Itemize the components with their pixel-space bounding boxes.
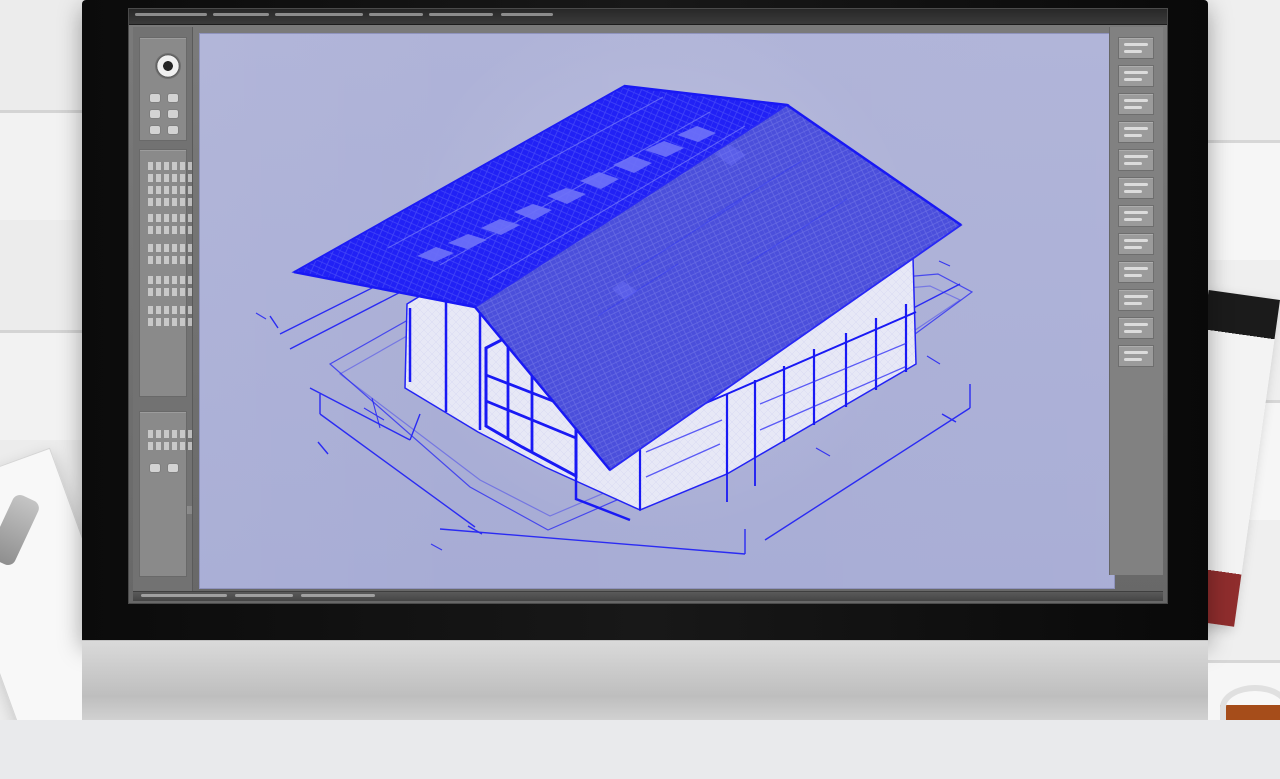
right-properties-panel xyxy=(1109,27,1163,575)
monitor-stand xyxy=(82,640,1208,720)
top-toolbar xyxy=(129,9,1167,25)
property-item[interactable] xyxy=(1118,205,1154,227)
3d-viewport[interactable] xyxy=(199,33,1115,589)
left-tool-panel xyxy=(133,27,193,599)
toolbar-item[interactable] xyxy=(213,13,269,16)
property-item[interactable] xyxy=(1118,93,1154,115)
tool-icon[interactable] xyxy=(168,94,178,102)
property-item[interactable] xyxy=(1118,149,1154,171)
property-item[interactable] xyxy=(1118,317,1154,339)
tool-row[interactable] xyxy=(148,276,192,284)
tool-row[interactable] xyxy=(148,430,192,438)
tool-icon[interactable] xyxy=(168,110,178,118)
property-item[interactable] xyxy=(1118,233,1154,255)
tool-row[interactable] xyxy=(148,256,192,264)
property-item[interactable] xyxy=(1118,65,1154,87)
toolbar-item[interactable] xyxy=(501,13,553,16)
toolbar-item[interactable] xyxy=(429,13,493,16)
tool-row[interactable] xyxy=(148,244,192,252)
orbit-icon[interactable] xyxy=(156,54,180,78)
roof xyxy=(294,86,961,470)
cad-window xyxy=(128,8,1168,604)
property-item[interactable] xyxy=(1118,121,1154,143)
tool-icon-name: tool-icon xyxy=(4,741,40,779)
tool-icon[interactable] xyxy=(150,464,160,472)
tool-row[interactable] xyxy=(148,186,192,194)
tool-row[interactable] xyxy=(148,442,192,450)
layers-panel xyxy=(139,149,187,397)
properties-panel xyxy=(139,411,187,577)
tool-icon[interactable] xyxy=(168,464,178,472)
tool-icon[interactable] xyxy=(150,110,160,118)
property-item[interactable] xyxy=(1118,345,1154,367)
tool-row[interactable] xyxy=(148,306,192,314)
tool-row[interactable] xyxy=(148,288,192,296)
navigation-panel xyxy=(139,37,187,141)
monitor xyxy=(82,0,1208,720)
tool-row[interactable] xyxy=(148,226,192,234)
status-text xyxy=(235,594,293,597)
property-item[interactable] xyxy=(1118,289,1154,311)
tool-row[interactable] xyxy=(148,162,192,170)
status-bar xyxy=(133,591,1163,601)
property-item[interactable] xyxy=(1118,177,1154,199)
toolbar-item[interactable] xyxy=(369,13,423,16)
toolbar-item[interactable] xyxy=(135,13,207,16)
tool-row[interactable] xyxy=(148,198,192,206)
property-item[interactable] xyxy=(1118,261,1154,283)
tool-icon[interactable] xyxy=(150,126,160,134)
property-item[interactable] xyxy=(1118,37,1154,59)
tool-icon[interactable] xyxy=(150,94,160,102)
tool-row[interactable] xyxy=(148,214,192,222)
toolbar-item[interactable] xyxy=(275,13,363,16)
desk-scene xyxy=(0,0,1280,720)
tool-row[interactable] xyxy=(148,318,192,326)
status-text xyxy=(141,594,227,597)
building-model xyxy=(200,34,1115,589)
tool-row[interactable] xyxy=(148,174,192,182)
tool-icon[interactable] xyxy=(168,126,178,134)
status-text xyxy=(301,594,375,597)
